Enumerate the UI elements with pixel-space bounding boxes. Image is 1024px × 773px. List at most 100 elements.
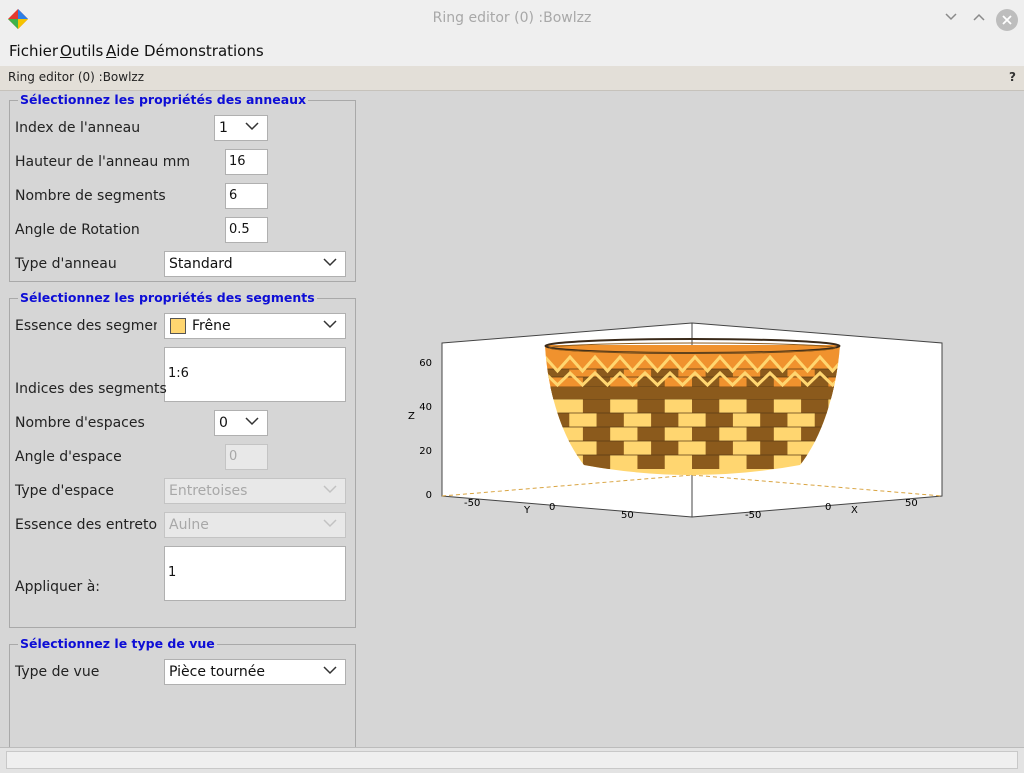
z-tick-20: 20 bbox=[419, 446, 432, 457]
bowl-brick bbox=[801, 399, 829, 413]
space-type-value: Entretoises bbox=[169, 483, 248, 499]
segment-properties-title: Sélectionnez les propriétés des segments bbox=[18, 290, 317, 305]
internal-title-bar: Ring editor (0) :Bowlzz ? bbox=[0, 66, 1024, 91]
ring-index-select[interactable]: 1 bbox=[214, 115, 268, 141]
ring-type-label: Type d'anneau bbox=[15, 256, 117, 272]
ring-height-input[interactable]: 16 bbox=[225, 149, 268, 175]
space-angle-input[interactable]: 0 bbox=[225, 444, 268, 470]
z-axis-label: Z bbox=[408, 411, 415, 422]
view-type-value: Pièce tournée bbox=[169, 664, 265, 680]
chevron-down-icon bbox=[245, 417, 259, 426]
z-tick-60: 60 bbox=[419, 358, 432, 369]
window-title: Ring editor (0) :Bowlzz bbox=[432, 10, 592, 26]
maximize-button[interactable] bbox=[968, 9, 990, 31]
menu-aide[interactable]: Aide bbox=[106, 42, 139, 60]
bowl-3d-plot[interactable]: 60 40 20 0 Z -50 0 50 Y -50 0 50 X bbox=[400, 315, 960, 530]
z-tick-40: 40 bbox=[419, 402, 432, 413]
status-field bbox=[6, 751, 1018, 769]
chevron-down-icon bbox=[323, 258, 337, 267]
view-type-select[interactable]: Pièce tournée bbox=[164, 659, 346, 685]
view-type-label: Type de vue bbox=[15, 664, 100, 680]
title-bar: Ring editor (0) :Bowlzz bbox=[0, 0, 1024, 38]
chevron-up-icon bbox=[973, 13, 985, 21]
chevron-down-icon bbox=[945, 13, 957, 21]
chevron-down-icon bbox=[245, 122, 259, 131]
bowl-brick bbox=[705, 441, 733, 455]
bowl-brick bbox=[760, 413, 788, 427]
bowl-brick bbox=[760, 441, 788, 455]
view-type-title: Sélectionnez le type de vue bbox=[18, 636, 217, 651]
chevron-down-icon bbox=[323, 666, 337, 675]
segment-indices-input[interactable]: 1:6 bbox=[164, 347, 346, 402]
wood-color-swatch bbox=[170, 318, 186, 334]
spacer-species-select[interactable]: Aulne bbox=[164, 512, 346, 538]
internal-title: Ring editor (0) :Bowlzz bbox=[8, 70, 145, 84]
space-type-select[interactable]: Entretoises bbox=[164, 478, 346, 504]
ring-type-select[interactable]: Standard bbox=[164, 251, 346, 277]
segment-species-label: Essence des segments bbox=[15, 318, 157, 334]
spacer-species-label: Essence des entretoises bbox=[15, 517, 157, 533]
x-tick-50: 50 bbox=[905, 498, 918, 509]
z-tick-0: 0 bbox=[426, 490, 432, 501]
chevron-down-icon bbox=[323, 519, 337, 528]
bowl-brick bbox=[705, 413, 733, 427]
bowl-brick bbox=[746, 427, 774, 441]
y-tick-50: 50 bbox=[621, 510, 634, 521]
rotation-angle-label: Angle de Rotation bbox=[15, 222, 140, 238]
bowl-brick bbox=[582, 427, 611, 441]
segment-indices-value: 1:6 bbox=[168, 366, 189, 381]
minimize-button[interactable] bbox=[940, 9, 962, 31]
close-button[interactable] bbox=[996, 9, 1018, 31]
ring-properties-title: Sélectionnez les propriétés des anneaux bbox=[18, 92, 309, 107]
bowl-brick bbox=[596, 441, 624, 455]
help-button[interactable]: ? bbox=[1009, 70, 1016, 84]
x-tick-0: 0 bbox=[825, 502, 831, 513]
bowl-brick bbox=[596, 413, 624, 427]
chevron-down-icon bbox=[323, 320, 337, 329]
bowl-brick bbox=[651, 413, 679, 427]
z-axis: 60 40 20 0 Z bbox=[408, 358, 432, 501]
status-bar bbox=[0, 747, 1024, 773]
bowl-brick bbox=[637, 427, 665, 441]
menu-outils[interactable]: Outils bbox=[60, 42, 103, 60]
bowl-brick bbox=[746, 399, 774, 413]
segment-species-select[interactable]: Frêne bbox=[164, 313, 346, 339]
close-icon bbox=[1002, 15, 1012, 25]
spacer-species-value: Aulne bbox=[169, 517, 209, 533]
apply-to-input[interactable]: 1 bbox=[164, 546, 346, 601]
apply-to-label: Appliquer à: bbox=[15, 579, 101, 595]
bowl-brick bbox=[637, 399, 665, 413]
space-count-label: Nombre d'espaces bbox=[15, 415, 145, 431]
menu-bar: Fichier Outils Aide Démonstrations bbox=[0, 38, 1024, 66]
ring-height-label: Hauteur de l'anneau mm bbox=[15, 154, 190, 170]
chevron-down-icon bbox=[323, 485, 337, 494]
y-axis-label: Y bbox=[523, 505, 531, 516]
segment-indices-label: Indices des segments bbox=[15, 381, 167, 397]
space-angle-label: Angle d'espace bbox=[15, 449, 122, 465]
bowl-brick bbox=[637, 455, 665, 469]
segment-species-value: Frêne bbox=[192, 318, 231, 334]
menu-fichier[interactable]: Fichier bbox=[9, 42, 58, 60]
menu-demonstrations[interactable]: Démonstrations bbox=[144, 42, 264, 60]
rotation-angle-input[interactable]: 0.5 bbox=[225, 217, 268, 243]
ring-index-value: 1 bbox=[219, 120, 228, 136]
segment-count-input[interactable]: 6 bbox=[225, 183, 268, 209]
bowl-brick bbox=[651, 441, 679, 455]
bowl-brick bbox=[692, 427, 720, 441]
space-count-value: 0 bbox=[219, 415, 228, 431]
segment-count-label: Nombre de segments bbox=[15, 188, 166, 204]
bowl-brick bbox=[582, 399, 611, 413]
ring-index-label: Index de l'anneau bbox=[15, 120, 141, 136]
y-tick-0: 0 bbox=[549, 502, 555, 513]
ring-type-value: Standard bbox=[169, 256, 233, 272]
space-type-label: Type d'espace bbox=[15, 483, 115, 499]
y-tick-neg50: -50 bbox=[464, 498, 480, 509]
space-count-select[interactable]: 0 bbox=[214, 410, 268, 436]
x-axis-label: X bbox=[851, 505, 858, 516]
bowl-brick bbox=[692, 399, 720, 413]
bowl-dark-band bbox=[545, 387, 840, 399]
apply-to-value: 1 bbox=[168, 565, 177, 580]
bowl-brick bbox=[692, 455, 720, 469]
x-tick-neg50: -50 bbox=[745, 510, 761, 521]
bowl-brick bbox=[746, 455, 774, 469]
